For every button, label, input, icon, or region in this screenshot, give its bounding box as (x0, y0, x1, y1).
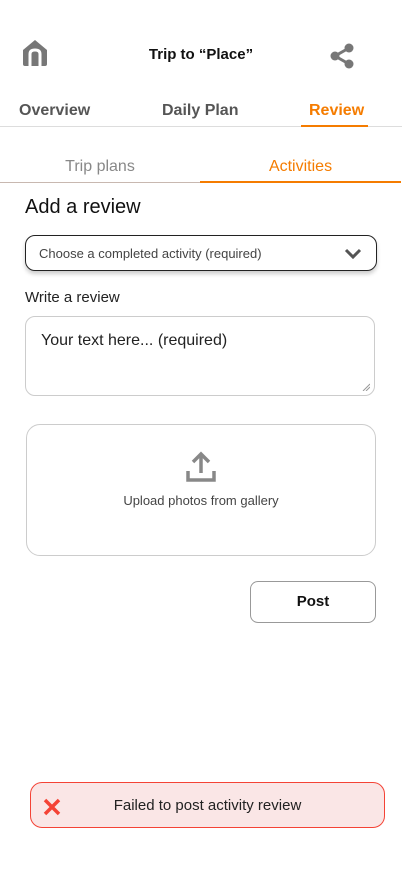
form-heading: Add a review (25, 196, 141, 218)
post-button[interactable]: Post (250, 581, 376, 623)
activity-select-value: Choose a completed activity (required) (39, 246, 262, 261)
resize-handle-icon[interactable] (362, 383, 370, 391)
tab-daily-plan[interactable]: Daily Plan (162, 102, 238, 120)
upload-photos-button[interactable]: Upload photos from gallery (26, 424, 376, 556)
subtab-indicator (200, 181, 401, 183)
upload-icon (186, 451, 216, 482)
chevron-down-icon (344, 248, 362, 260)
subtab-activities[interactable]: Activities (200, 158, 401, 176)
error-toast: Failed to post activity review (30, 782, 385, 828)
review-label: Write a review (25, 289, 120, 306)
share-icon[interactable] (330, 43, 354, 74)
tab-review[interactable]: Review (309, 102, 364, 120)
toast-message: Failed to post activity review (113, 797, 302, 814)
tab-overview[interactable]: Overview (19, 102, 90, 120)
subtab-trip-plans[interactable]: Trip plans (0, 158, 200, 176)
divider (0, 182, 200, 183)
review-placeholder: Your text here... (required) (41, 332, 228, 349)
activity-select[interactable]: Choose a completed activity (required) (25, 235, 377, 271)
tab-indicator (301, 125, 368, 127)
review-textarea[interactable]: Your text here... (required) (25, 316, 375, 396)
upload-label: Upload photos from gallery (123, 493, 279, 508)
